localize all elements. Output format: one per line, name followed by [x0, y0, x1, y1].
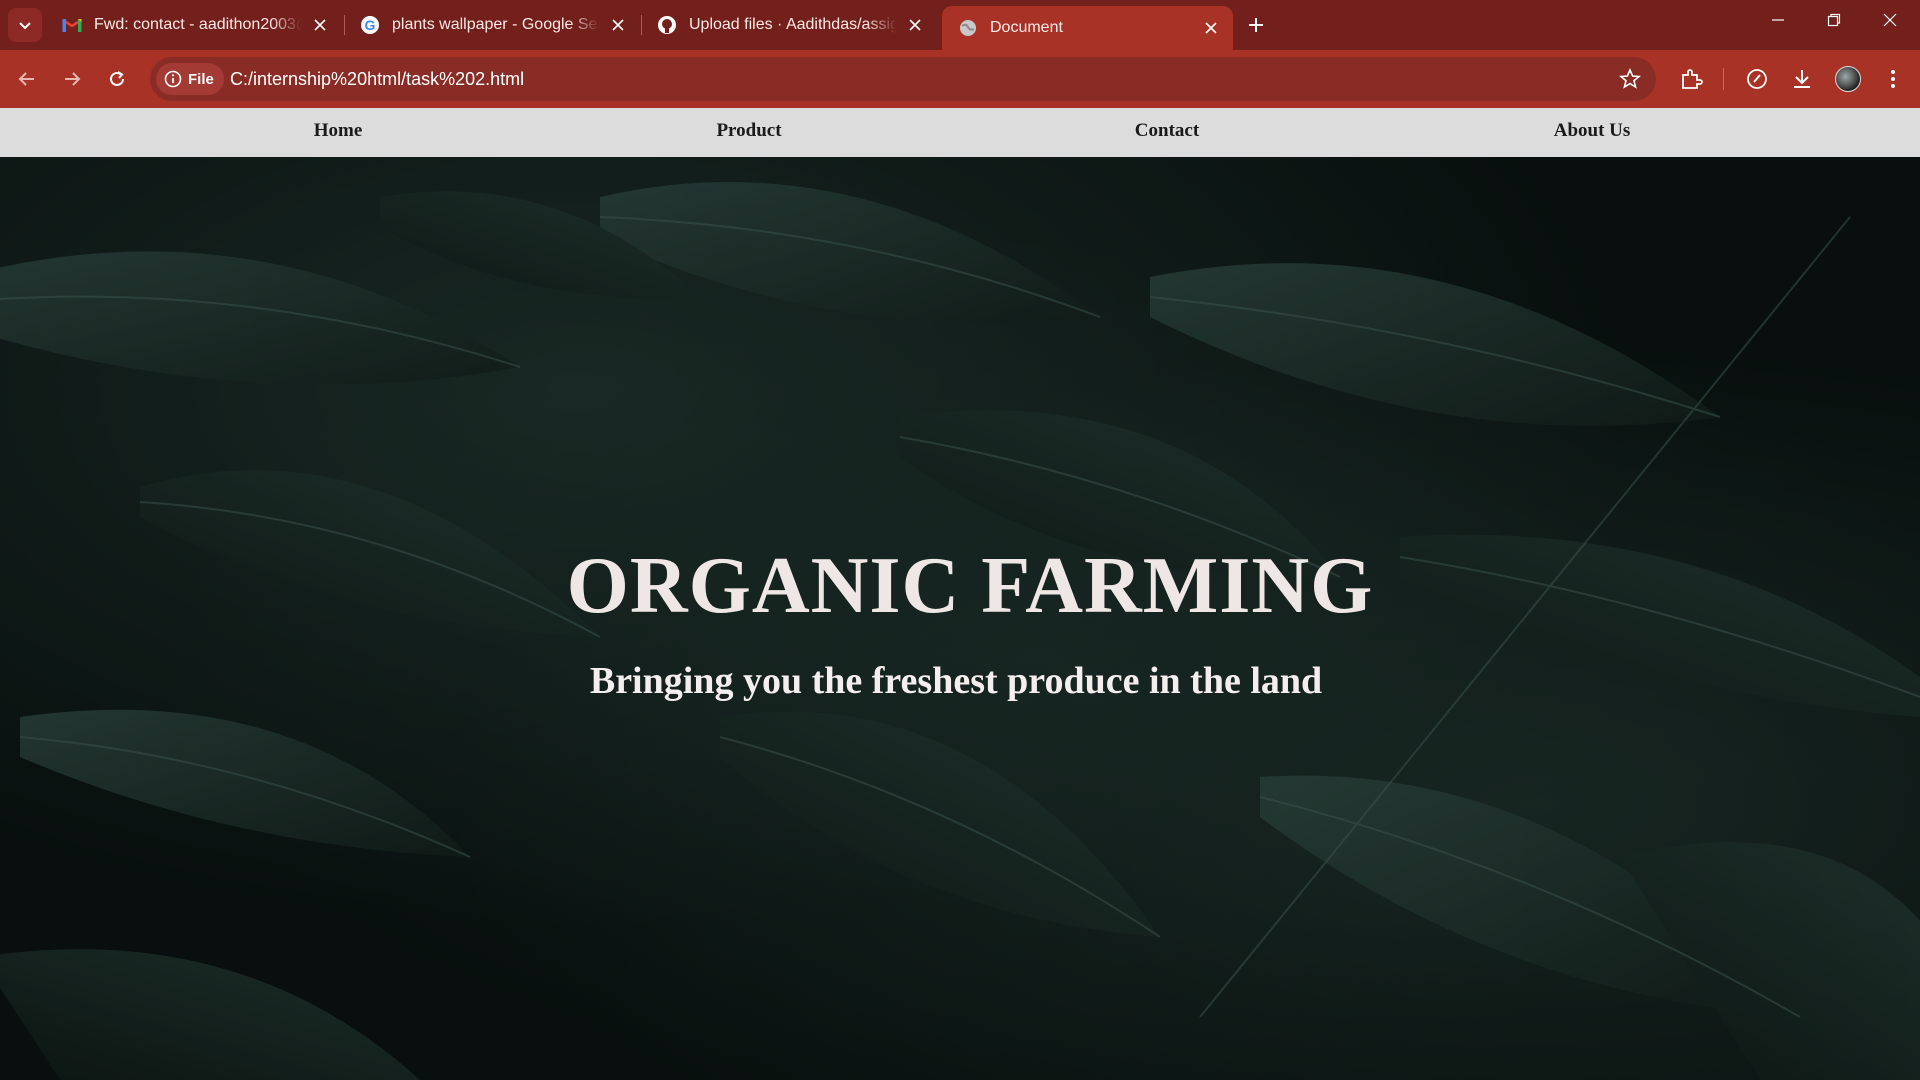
downloads-button[interactable]: [1788, 65, 1816, 93]
hero-title: ORGANIC FARMING: [566, 542, 1374, 630]
close-icon: [1883, 13, 1897, 27]
forward-button[interactable]: [55, 62, 89, 96]
toolbar-separator: [1723, 68, 1724, 90]
svg-text:G: G: [365, 17, 376, 33]
plus-icon: [1249, 18, 1263, 32]
tab-google-search[interactable]: G plants wallpaper - Google Search: [344, 6, 640, 44]
browser-toolbar: File C:/internship%20html/task%202.html: [0, 50, 1920, 108]
chevron-down-icon: [19, 22, 31, 30]
tab-strip: Fwd: contact - aadithon2003@gmail.com G …: [0, 0, 1920, 50]
tab-github[interactable]: Upload files · Aadithdas/assignment: [641, 6, 937, 44]
hero-section: ORGANIC FARMING Bringing you the freshes…: [0, 157, 1920, 1080]
url-text[interactable]: C:/internship%20html/task%202.html: [230, 69, 524, 90]
browser-menu-button[interactable]: [1879, 65, 1907, 93]
minimize-button[interactable]: [1750, 0, 1806, 40]
site-info-chip[interactable]: File: [156, 63, 224, 95]
info-icon: [164, 70, 182, 88]
download-icon: [1794, 70, 1810, 88]
bookmark-star-icon[interactable]: [1618, 67, 1642, 91]
extensions-button[interactable]: [1677, 65, 1705, 93]
hero-subtitle: Bringing you the freshest produce in the…: [589, 660, 1323, 702]
globe-icon: [958, 18, 978, 38]
tab-search-button[interactable]: [8, 8, 42, 42]
tab-gmail[interactable]: Fwd: contact - aadithon2003@gmail.com: [46, 6, 342, 44]
web-page: Home Product Contact About Us ORGANIC FA…: [0, 108, 1920, 1080]
close-window-button[interactable]: [1862, 0, 1918, 40]
reload-button[interactable]: [100, 62, 134, 96]
new-tab-button[interactable]: [1242, 11, 1270, 39]
arrow-right-icon: [65, 72, 81, 86]
profile-avatar[interactable]: [1835, 66, 1861, 92]
restore-button[interactable]: [1806, 0, 1862, 40]
tab-document[interactable]: Document: [942, 6, 1233, 50]
speedometer-icon: [1747, 69, 1767, 89]
nav-product-link[interactable]: Product: [716, 120, 781, 142]
google-icon: G: [360, 15, 380, 35]
restore-icon: [1827, 13, 1841, 27]
performance-button[interactable]: [1743, 65, 1771, 93]
arrow-left-icon: [18, 72, 34, 86]
address-bar[interactable]: File C:/internship%20html/task%202.html: [150, 57, 1656, 101]
site-info-label: File: [188, 70, 214, 88]
site-navbar: Home Product Contact About Us: [0, 108, 1920, 157]
puzzle-icon: [1682, 69, 1703, 89]
nav-about-us-link[interactable]: About Us: [1554, 120, 1631, 142]
tab-title: Document: [990, 19, 1063, 36]
reload-icon: [110, 71, 124, 86]
back-button[interactable]: [10, 62, 44, 96]
tab-title: Fwd: contact - aadithon2003@gmail.com: [94, 16, 302, 33]
nav-contact-link[interactable]: Contact: [1135, 120, 1199, 142]
tab-title: Upload files · Aadithdas/assignment: [689, 16, 897, 33]
tab-title: plants wallpaper - Google Search: [392, 16, 600, 33]
close-icon[interactable]: [903, 13, 927, 37]
close-icon[interactable]: [308, 13, 332, 37]
close-icon[interactable]: [606, 13, 630, 37]
minimize-icon: [1772, 19, 1784, 21]
kebab-menu-icon: [1891, 70, 1895, 88]
github-icon: [657, 15, 677, 35]
close-icon[interactable]: [1199, 16, 1223, 40]
nav-home-link[interactable]: Home: [314, 120, 363, 142]
gmail-icon: [62, 15, 82, 35]
